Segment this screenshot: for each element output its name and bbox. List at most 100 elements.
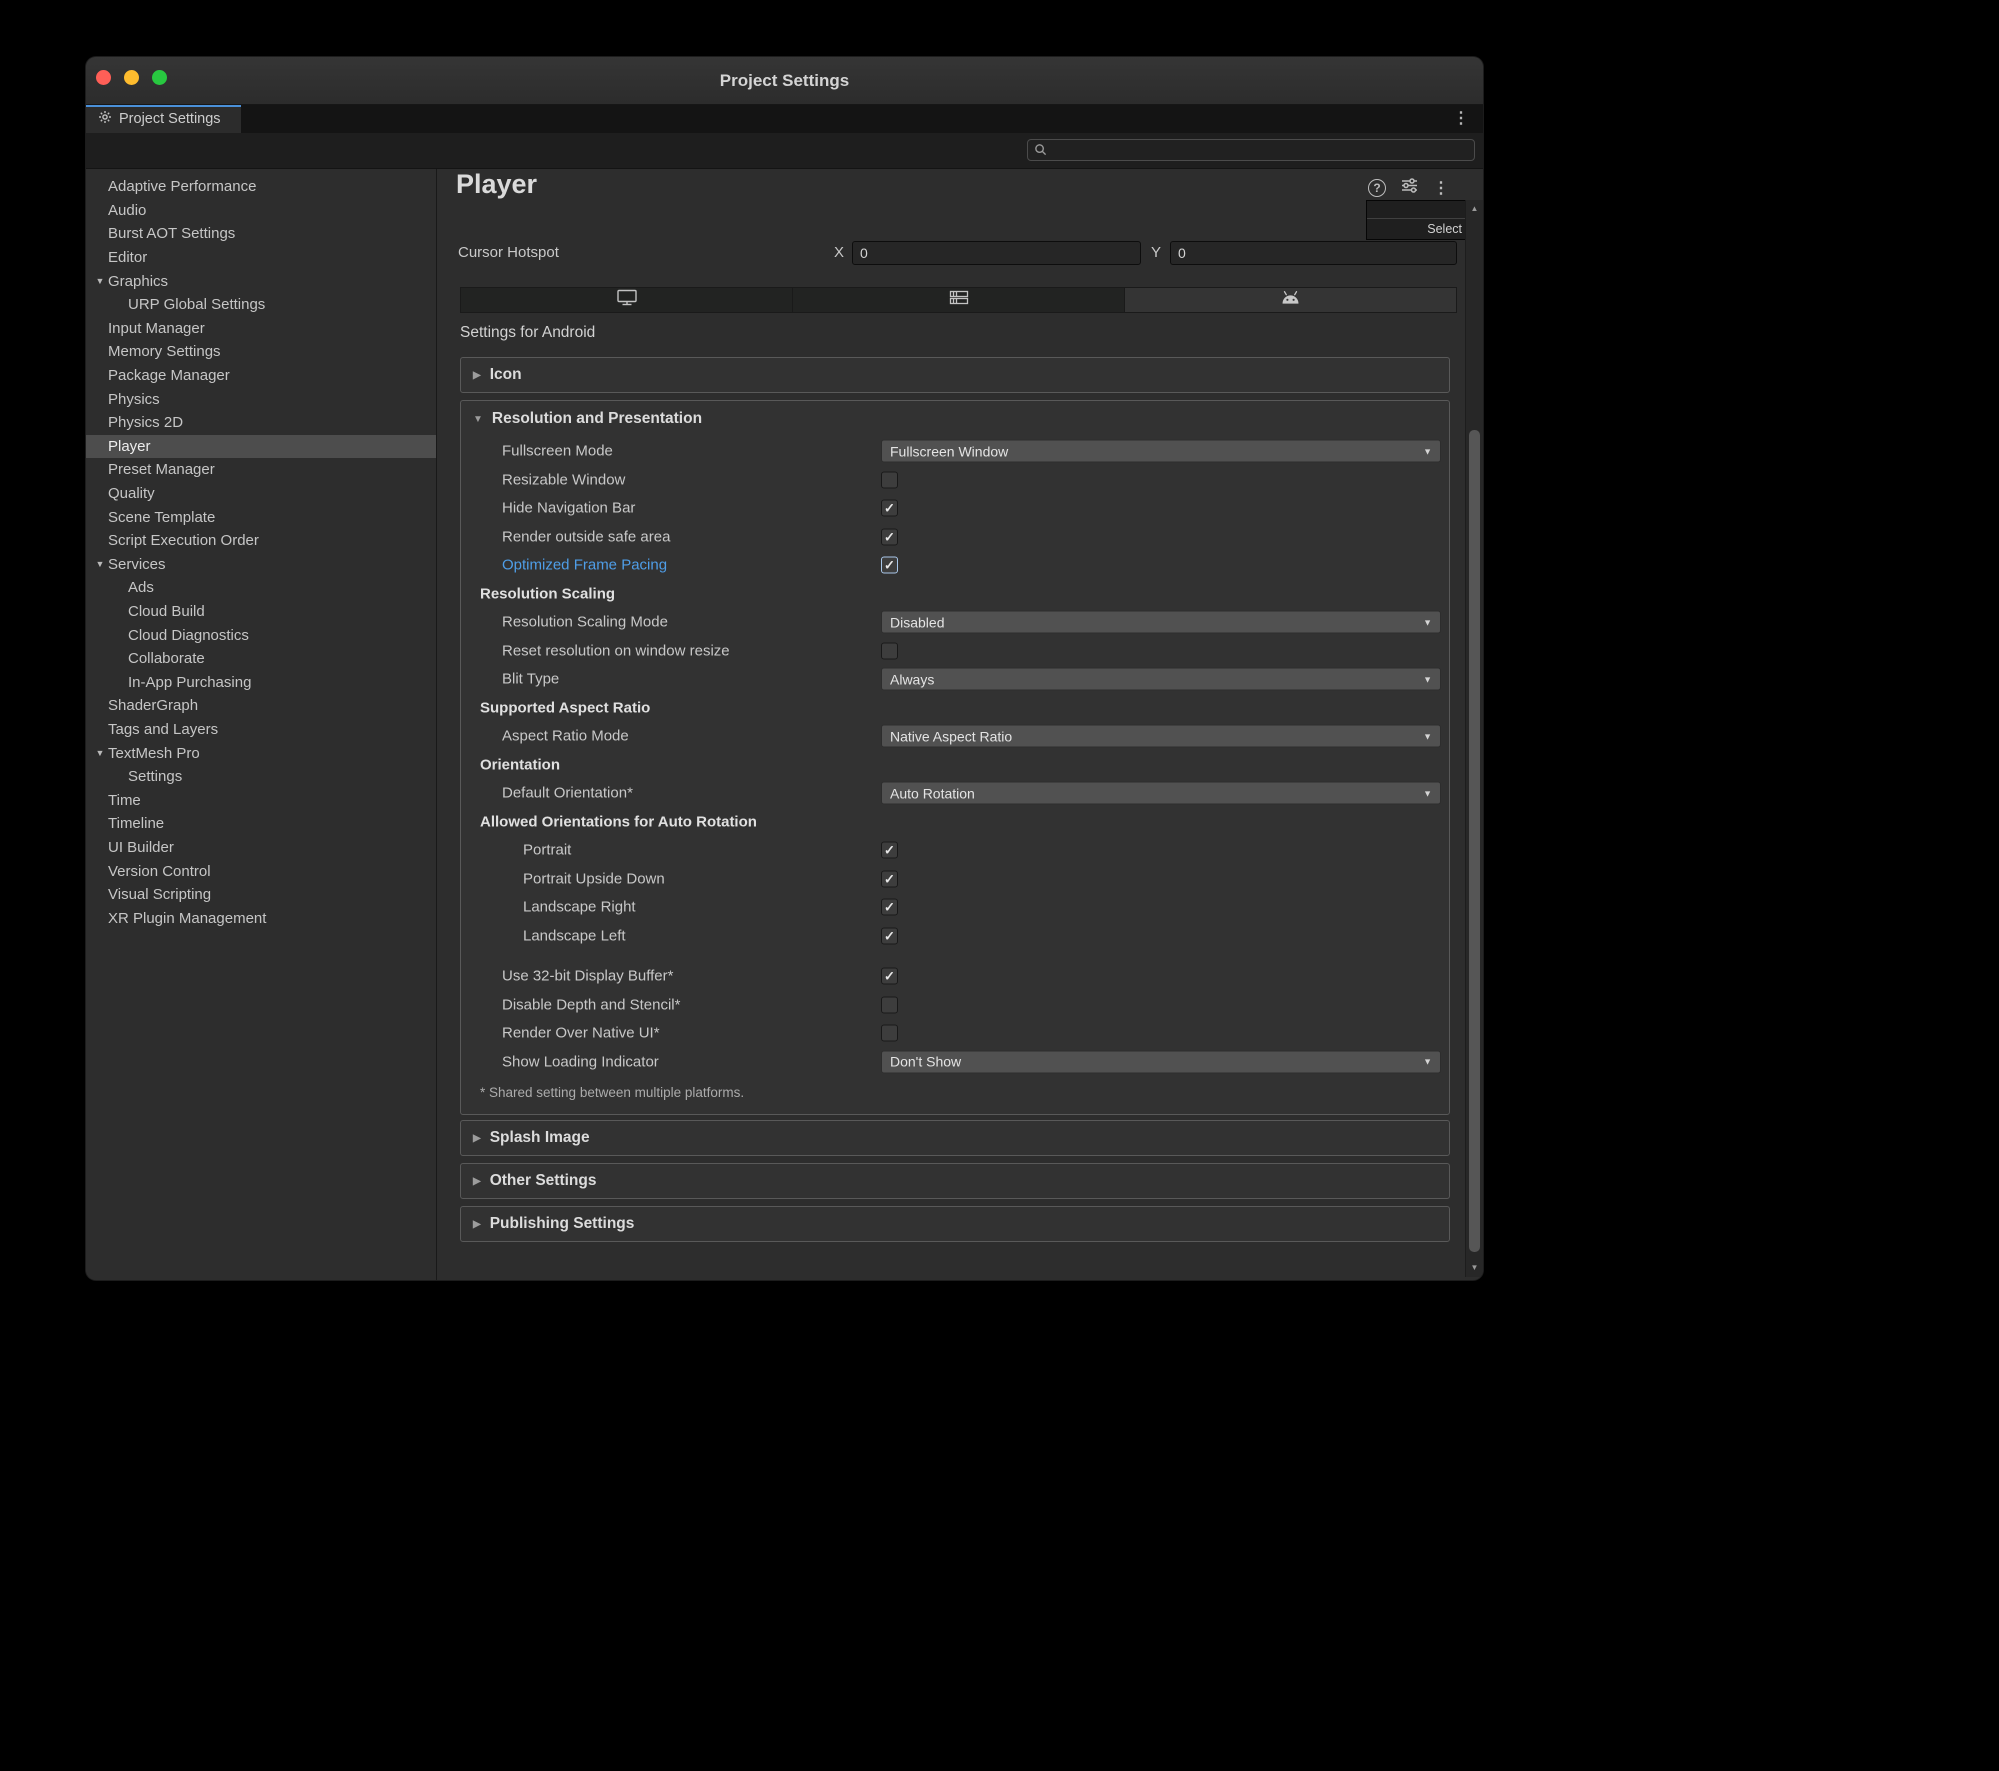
sidebar-item-package-manager[interactable]: Package Manager xyxy=(86,364,436,388)
setting-label: Render outside safe area xyxy=(502,528,671,546)
checkbox-optimized-frame-pacing[interactable]: ✓ xyxy=(881,556,898,574)
section-other-settings[interactable]: ▶ Other Settings xyxy=(460,1163,1450,1199)
select-button[interactable]: Select xyxy=(1427,222,1462,236)
checkbox-portrait-upside-down[interactable]: ✓ xyxy=(881,870,898,888)
sidebar-item-shadergraph[interactable]: ShaderGraph xyxy=(86,694,436,718)
checkbox-hide-navigation-bar[interactable]: ✓ xyxy=(881,499,898,517)
foldout-open-icon[interactable]: ▼ xyxy=(92,748,108,758)
foldout-open-icon[interactable]: ▼ xyxy=(92,559,108,569)
checkbox-render-outside-safe-area[interactable]: ✓ xyxy=(881,528,898,546)
kebab-menu-icon[interactable]: ⋮ xyxy=(1433,178,1449,198)
vertical-scrollbar[interactable]: ▲ ▼ xyxy=(1465,200,1483,1277)
sidebar-item-input-manager[interactable]: Input Manager xyxy=(86,317,436,341)
cursor-hotspot-row: Cursor Hotspot X 0 Y 0 xyxy=(438,241,1483,267)
section-icon[interactable]: ▶ Icon xyxy=(460,357,1450,393)
setting-row-show-loading-indicator: Show Loading Indicator Don't Show ▼ xyxy=(461,1048,1449,1077)
sidebar-item-version-control[interactable]: Version Control xyxy=(86,859,436,883)
checkbox-render-over-native-ui[interactable] xyxy=(881,1024,898,1042)
scroll-up-icon[interactable]: ▲ xyxy=(1466,202,1483,216)
section-label: Publishing Settings xyxy=(489,1215,635,1232)
checkbox-disable-depth-and-stencil[interactable] xyxy=(881,996,898,1014)
platform-tab-server[interactable] xyxy=(793,288,1125,312)
platform-tab-strip xyxy=(460,287,1457,313)
chevron-down-icon: ▼ xyxy=(1423,674,1432,685)
checkbox-landscape-left[interactable]: ✓ xyxy=(881,927,898,945)
sidebar-item-adaptive-performance[interactable]: Adaptive Performance xyxy=(86,175,436,199)
sidebar-item-preset-manager[interactable]: Preset Manager xyxy=(86,458,436,482)
checkbox-resizable-window[interactable] xyxy=(881,471,898,489)
checkbox-use-32-bit-display-buffer[interactable]: ✓ xyxy=(881,967,898,985)
sidebar-item-physics[interactable]: Physics xyxy=(86,387,436,411)
sidebar-item-services[interactable]: ▼ Services xyxy=(86,553,436,577)
sidebar-item-player[interactable]: Player xyxy=(86,434,436,459)
sidebar-item-visual-scripting[interactable]: Visual Scripting xyxy=(86,883,436,907)
server-icon xyxy=(949,290,969,310)
help-icon[interactable]: ? xyxy=(1368,179,1386,197)
dropdown-value: Native Aspect Ratio xyxy=(890,728,1013,745)
dropdown-resolution-scaling-mode[interactable]: Disabled ▼ xyxy=(881,610,1441,634)
minimize-button[interactable] xyxy=(124,70,139,85)
dropdown-aspect-ratio-mode[interactable]: Native Aspect Ratio ▼ xyxy=(881,724,1441,748)
checkbox-reset-resolution-on-window-resize[interactable] xyxy=(881,642,898,660)
checkbox-landscape-right[interactable]: ✓ xyxy=(881,898,898,916)
sidebar-item-time[interactable]: Time xyxy=(86,788,436,812)
sidebar-item-memory-settings[interactable]: Memory Settings xyxy=(86,340,436,364)
setting-label: Aspect Ratio Mode xyxy=(502,727,629,745)
section-publishing-settings[interactable]: ▶ Publishing Settings xyxy=(460,1206,1450,1242)
sidebar-item-collaborate[interactable]: Collaborate xyxy=(86,647,436,671)
sidebar-item-in-app-purchasing[interactable]: In-App Purchasing xyxy=(86,670,436,694)
sidebar-item-textmesh-pro[interactable]: ▼ TextMesh Pro xyxy=(86,741,436,765)
setting-label: Portrait xyxy=(523,841,572,859)
sidebar-item-graphics[interactable]: ▼ Graphics xyxy=(86,269,436,293)
sidebar-item-scene-template[interactable]: Scene Template xyxy=(86,505,436,529)
sidebar-item-settings[interactable]: Settings xyxy=(86,765,436,789)
sidebar-item-label: Scene Template xyxy=(108,508,216,526)
setting-row-resolution-scaling: Resolution Scaling xyxy=(461,580,1449,609)
sidebar-item-label: ShaderGraph xyxy=(108,697,199,715)
close-button[interactable] xyxy=(96,70,111,85)
sidebar-item-tags-and-layers[interactable]: Tags and Layers xyxy=(86,718,436,742)
platform-tab-android[interactable] xyxy=(1125,288,1456,312)
section-splash-image[interactable]: ▶ Splash Image xyxy=(460,1120,1450,1156)
sidebar-item-label: Package Manager xyxy=(108,367,230,385)
dropdown-blit-type[interactable]: Always ▼ xyxy=(881,667,1441,691)
sidebar-item-label: TextMesh Pro xyxy=(108,744,200,762)
sidebar-item-quality[interactable]: Quality xyxy=(86,482,436,506)
cursor-hotspot-y-field[interactable]: 0 xyxy=(1170,241,1457,265)
checkbox-portrait[interactable]: ✓ xyxy=(881,841,898,859)
scrollbar-thumb[interactable] xyxy=(1469,430,1480,1252)
sidebar-item-urp-global-settings[interactable]: URP Global Settings xyxy=(86,293,436,317)
search-box[interactable] xyxy=(1027,139,1475,161)
dropdown-fullscreen-mode[interactable]: Fullscreen Window ▼ xyxy=(881,439,1441,463)
presets-icon[interactable] xyxy=(1401,178,1418,198)
platform-tab-standalone[interactable] xyxy=(461,288,793,312)
sidebar-item-physics-2d[interactable]: Physics 2D xyxy=(86,411,436,435)
resolution-section-header[interactable]: ▼ Resolution and Presentation xyxy=(461,401,1449,437)
setting-label: Reset resolution on window resize xyxy=(502,642,730,660)
setting-row-supported-aspect-ratio: Supported Aspect Ratio xyxy=(461,694,1449,723)
setting-label: Landscape Left xyxy=(523,927,626,945)
window-titlebar[interactable]: Project Settings xyxy=(86,57,1483,105)
search-input[interactable] xyxy=(1028,140,1474,160)
sidebar-item-script-execution-order[interactable]: Script Execution Order xyxy=(86,529,436,553)
sidebar-item-ads[interactable]: Ads xyxy=(86,576,436,600)
sidebar-item-cloud-build[interactable]: Cloud Build xyxy=(86,600,436,624)
sidebar-item-timeline[interactable]: Timeline xyxy=(86,812,436,836)
sidebar-item-xr-plugin-management[interactable]: XR Plugin Management xyxy=(86,906,436,930)
scroll-down-icon[interactable]: ▼ xyxy=(1466,1261,1483,1275)
foldout-open-icon[interactable]: ▼ xyxy=(92,276,108,286)
cursor-hotspot-x-field[interactable]: 0 xyxy=(852,241,1141,265)
sidebar-item-audio[interactable]: Audio xyxy=(86,199,436,223)
sidebar-item-burst-aot-settings[interactable]: Burst AOT Settings xyxy=(86,222,436,246)
dropdown-default-orientation[interactable]: Auto Rotation ▼ xyxy=(881,781,1441,805)
section-label: Other Settings xyxy=(489,1172,597,1189)
sidebar-item-ui-builder[interactable]: UI Builder xyxy=(86,836,436,860)
sidebar-item-label: Timeline xyxy=(108,815,165,833)
tab-project-settings[interactable]: Project Settings xyxy=(86,105,241,133)
sidebar-item-editor[interactable]: Editor xyxy=(86,246,436,270)
foldout-closed-icon: ▶ xyxy=(473,1132,481,1144)
zoom-button[interactable] xyxy=(152,70,167,85)
dropdown-show-loading-indicator[interactable]: Don't Show ▼ xyxy=(881,1050,1441,1074)
window-menu-icon[interactable]: ⋮ xyxy=(1453,105,1469,133)
sidebar-item-cloud-diagnostics[interactable]: Cloud Diagnostics xyxy=(86,623,436,647)
